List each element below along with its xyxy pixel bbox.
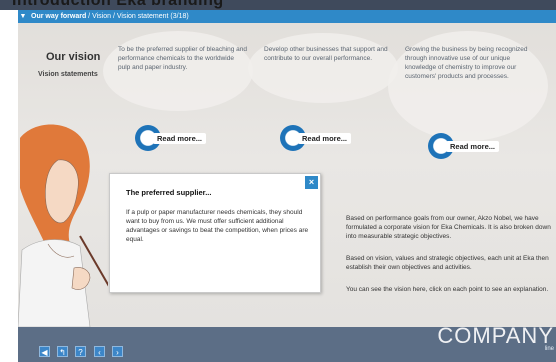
read-more-button-1[interactable]: Read more...	[135, 125, 245, 153]
vision-statement-2: Develop other businesses that support an…	[264, 46, 388, 62]
presenter-illustration	[18, 124, 108, 327]
popup-body: If a pulp or paper manufacturer needs ch…	[126, 209, 309, 243]
read-more-button-2[interactable]: Read more...	[280, 125, 390, 153]
help-icon[interactable]: ?	[75, 346, 86, 357]
read-more-label: Read more...	[153, 133, 207, 144]
previous-icon[interactable]: ‹	[94, 346, 105, 357]
info-popup: × The preferred supplier... If a pulp or…	[109, 173, 321, 293]
footer-bar: ◀ ↰ ? ‹ › COMPANY line	[18, 323, 556, 362]
breadcrumb-path: / Vision / Vision statement (3/18)	[86, 13, 189, 20]
company-logo: COMPANY	[437, 323, 554, 348]
popup-title: The preferred supplier...	[126, 188, 212, 197]
content-stage: Our vision Vision statements To be the p…	[18, 23, 556, 327]
vision-statement-3: Growing the business by being recognized…	[405, 46, 528, 80]
breadcrumb-current: Our way forward	[31, 13, 87, 20]
info-paragraph-2: Based on vision, values and strategic ob…	[346, 255, 549, 271]
close-icon[interactable]: ×	[305, 176, 318, 189]
info-paragraph-3: You can see the vision here, click on ea…	[346, 286, 549, 293]
read-more-label: Read more...	[446, 141, 500, 152]
breadcrumb: ▼ Our way forward / Vision / Vision state…	[18, 10, 556, 23]
vision-heading: Our vision	[46, 51, 101, 63]
info-paragraph-1: Based on performance goals from our owne…	[346, 215, 551, 240]
read-more-button-3[interactable]: Read more...	[428, 133, 538, 161]
vision-statement-1: To be the preferred supplier of bleachin…	[118, 46, 248, 71]
page-title: Introduction Eka branding	[12, 0, 224, 9]
return-icon[interactable]: ↰	[57, 346, 68, 357]
next-icon[interactable]: ›	[112, 346, 123, 357]
read-more-label: Read more...	[298, 133, 352, 144]
skip-back-icon[interactable]: ◀	[39, 346, 50, 357]
company-logo-sub: line	[544, 346, 554, 352]
chevron-down-icon[interactable]: ▼	[18, 10, 28, 23]
vision-subheading: Vision statements	[38, 71, 98, 78]
